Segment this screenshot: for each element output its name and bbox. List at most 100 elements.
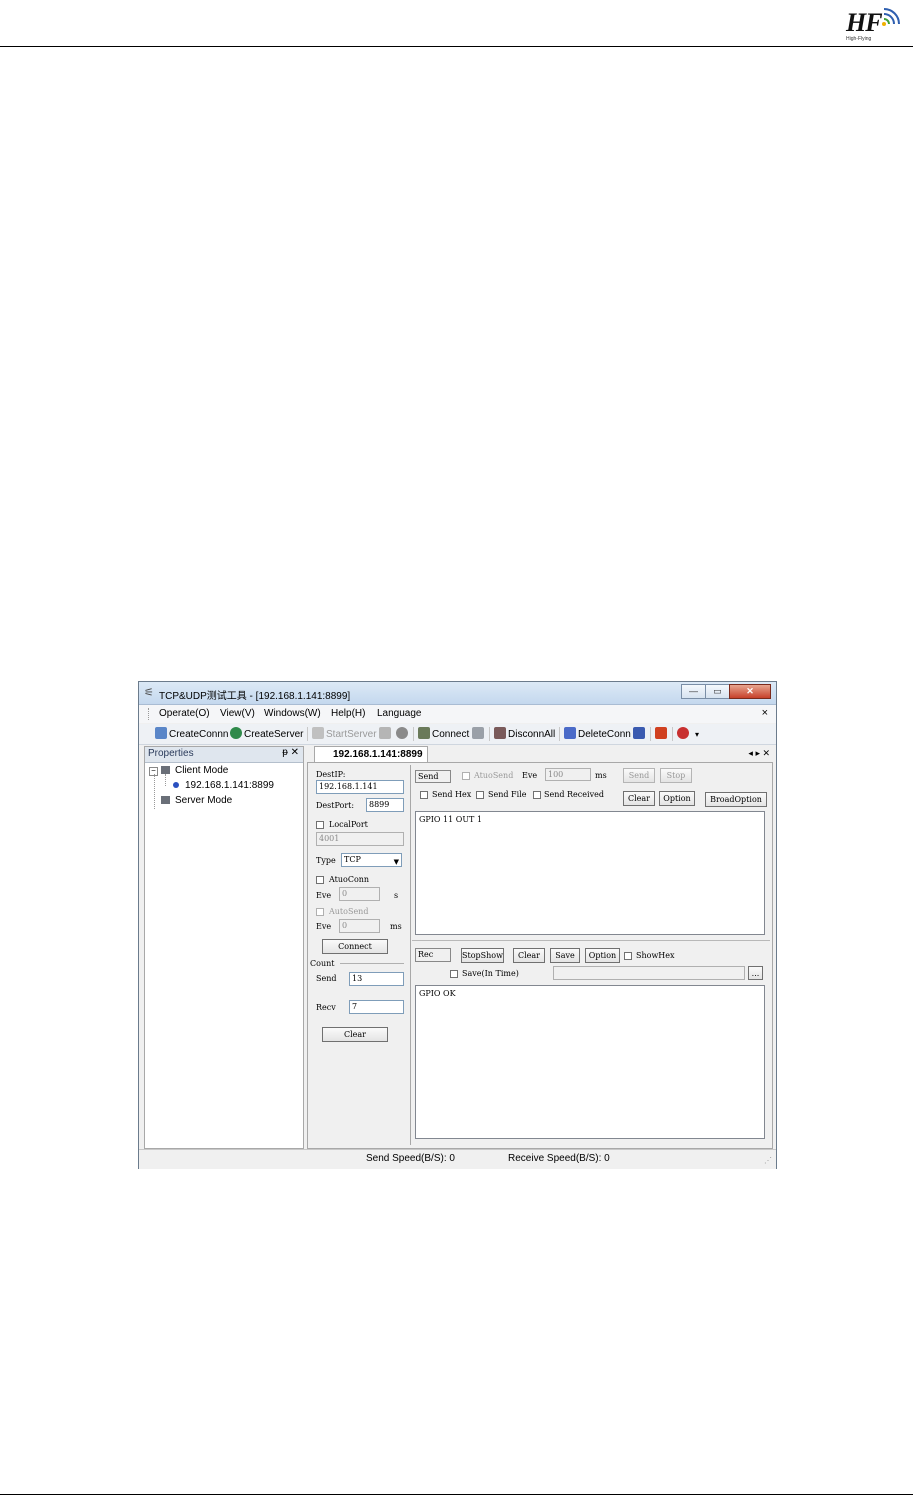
recv-option-button[interactable]: Option xyxy=(585,948,620,963)
menu-help[interactable]: Help(H) xyxy=(331,708,365,719)
window-title: TCP&UDP测试工具 - [192.168.1.141:8899] xyxy=(159,691,351,702)
recv-count-field: 7 xyxy=(349,1000,404,1014)
send-textarea[interactable]: GPIO 11 OUT 1 xyxy=(415,811,765,935)
close-window-button[interactable]: ✕ xyxy=(729,684,771,699)
wifi-waves-icon xyxy=(882,8,900,26)
recv-clear-button[interactable]: Clear xyxy=(513,948,545,963)
menu-windows[interactable]: Windows(W) xyxy=(264,708,321,719)
app-icon: ⚟ xyxy=(144,687,154,699)
browse-button[interactable]: ... xyxy=(748,966,763,980)
auto-conn-label: AtuoConn xyxy=(329,875,370,884)
create-conn-label: CreateConnn xyxy=(169,729,229,740)
disconn-all-button[interactable]: DisconnAll xyxy=(494,727,555,740)
record-button[interactable] xyxy=(655,727,669,740)
atuo-send-label: AtuoSend xyxy=(474,771,514,780)
create-conn-icon xyxy=(155,727,167,739)
recv-textarea[interactable]: GPIO OK xyxy=(415,985,765,1139)
toolbar-separator xyxy=(489,727,490,741)
send-speed: Send Speed(B/S): 0 xyxy=(366,1153,455,1164)
disconnect-button[interactable] xyxy=(472,727,486,740)
connection-body: DestIP: 192.168.1.141 DestPort: 8899 Loc… xyxy=(307,762,773,1149)
collapse-icon[interactable]: − xyxy=(149,767,158,776)
eve-conn-unit: s xyxy=(394,891,399,900)
panel-splitter[interactable] xyxy=(412,940,770,941)
send-eve-input[interactable]: 100 xyxy=(545,768,591,781)
receive-speed: Receive Speed(B/S): 0 xyxy=(508,1153,610,1164)
minimize-button[interactable]: — xyxy=(681,684,706,699)
send-group-label: Send xyxy=(415,770,451,783)
toolbar: CreateConnn CreateServer StartServer Con… xyxy=(139,724,776,745)
start-server-label: StartServer xyxy=(326,729,377,740)
send-received-checkbox[interactable] xyxy=(533,791,541,799)
send-clear-button[interactable]: Clear xyxy=(623,791,655,806)
connect-button[interactable]: Connect xyxy=(322,939,388,954)
send-button[interactable]: Send xyxy=(623,768,655,783)
chevron-down-icon: ▼ xyxy=(393,858,399,866)
resize-grip-icon[interactable]: ⋰ xyxy=(764,1156,772,1165)
globe-icon xyxy=(230,727,242,739)
tree-client-mode[interactable]: − Client Mode xyxy=(149,765,228,776)
start-server-icon xyxy=(312,727,324,739)
local-port-input[interactable]: 4001 xyxy=(316,832,404,846)
broad-option-button[interactable]: BroadOption xyxy=(705,792,767,807)
menu-grip xyxy=(148,708,151,720)
auto-send-checkbox[interactable] xyxy=(316,908,324,916)
status-bar: Send Speed(B/S): 0 Receive Speed(B/S): 0… xyxy=(139,1149,776,1169)
create-conn-button[interactable]: CreateConnn xyxy=(155,727,228,740)
type-select[interactable]: TCP ▼ xyxy=(341,853,402,867)
connection-settings: DestIP: 192.168.1.141 DestPort: 8899 Loc… xyxy=(310,765,411,1145)
menu-view[interactable]: View(V) xyxy=(220,708,255,719)
clear-count-button[interactable]: Clear xyxy=(322,1027,388,1042)
gear-icon xyxy=(396,727,408,739)
recv-save-button[interactable]: Save xyxy=(550,948,580,963)
eve-send-input[interactable]: 0 xyxy=(339,919,380,933)
tree-connection[interactable]: 192.168.1.141:8899 xyxy=(173,780,274,791)
auto-conn-checkbox[interactable] xyxy=(316,876,324,884)
dest-ip-input[interactable]: 192.168.1.141 xyxy=(316,780,404,794)
create-server-button[interactable]: CreateServer xyxy=(230,727,303,740)
disconnect-icon xyxy=(472,727,484,739)
stop-show-button[interactable]: StopShow xyxy=(461,948,504,963)
show-hex-checkbox[interactable] xyxy=(624,952,632,960)
eve-conn-input[interactable]: 0 xyxy=(339,887,380,901)
tab-nav-controls[interactable]: ◂ ▸ ✕ xyxy=(748,748,770,759)
tcp-udp-tool-window: ⚟ TCP&UDP测试工具 - [192.168.1.141:8899] — ▭… xyxy=(138,681,777,1169)
send-file-checkbox[interactable] xyxy=(476,791,484,799)
delete-conn-button[interactable]: DeleteConn xyxy=(564,727,631,740)
tab-connection[interactable]: 192.168.1.141:8899 xyxy=(314,746,428,763)
save-path-input[interactable] xyxy=(553,966,745,980)
disconn-all-label: DisconnAll xyxy=(508,729,556,740)
start-server-button[interactable]: StartServer xyxy=(312,727,377,740)
send-eve-unit: ms xyxy=(595,771,607,780)
server-settings-button[interactable] xyxy=(396,727,410,740)
menu-language[interactable]: Language xyxy=(377,708,422,719)
window-titlebar[interactable]: ⚟ TCP&UDP测试工具 - [192.168.1.141:8899] — ▭… xyxy=(139,682,776,705)
connect-button[interactable]: Connect xyxy=(418,727,469,740)
count-divider xyxy=(340,963,404,964)
properties-pin-close[interactable]: ᵽ ✕ xyxy=(282,747,299,758)
computer-icon xyxy=(161,796,170,804)
send-hex-label: Send Hex xyxy=(432,790,472,799)
tree-server-mode[interactable]: Server Mode xyxy=(161,795,232,806)
mdi-close-icon[interactable]: × xyxy=(762,707,768,719)
send-count-label: Send xyxy=(316,974,337,983)
dest-port-input[interactable]: 8899 xyxy=(366,798,404,812)
send-eve-label: Eve xyxy=(522,771,538,780)
type-value: TCP xyxy=(344,855,361,864)
document-area: 192.168.1.141:8899 ◂ ▸ ✕ DestIP: 192.168… xyxy=(307,746,773,1149)
send-hex-checkbox[interactable] xyxy=(420,791,428,799)
count-label: Count xyxy=(310,959,335,968)
toolbar-overflow-icon[interactable]: ▾ xyxy=(695,730,699,739)
local-port-checkbox[interactable] xyxy=(316,821,324,829)
logo-subtitle: High-Flying xyxy=(846,36,872,42)
properties-panel: Properties ᵽ ✕ − Client Mode 192.168.1.14… xyxy=(144,746,304,1149)
help-button[interactable] xyxy=(677,727,691,740)
menu-operate[interactable]: Operate(O) xyxy=(159,708,210,719)
save-in-time-checkbox[interactable] xyxy=(450,970,458,978)
atuo-send-checkbox[interactable] xyxy=(462,772,470,780)
maximize-button[interactable]: ▭ xyxy=(705,684,730,699)
stop-server-button[interactable] xyxy=(379,727,393,740)
delete-all-button[interactable] xyxy=(633,727,647,740)
stop-button[interactable]: Stop xyxy=(660,768,692,783)
send-option-button[interactable]: Option xyxy=(659,791,695,806)
